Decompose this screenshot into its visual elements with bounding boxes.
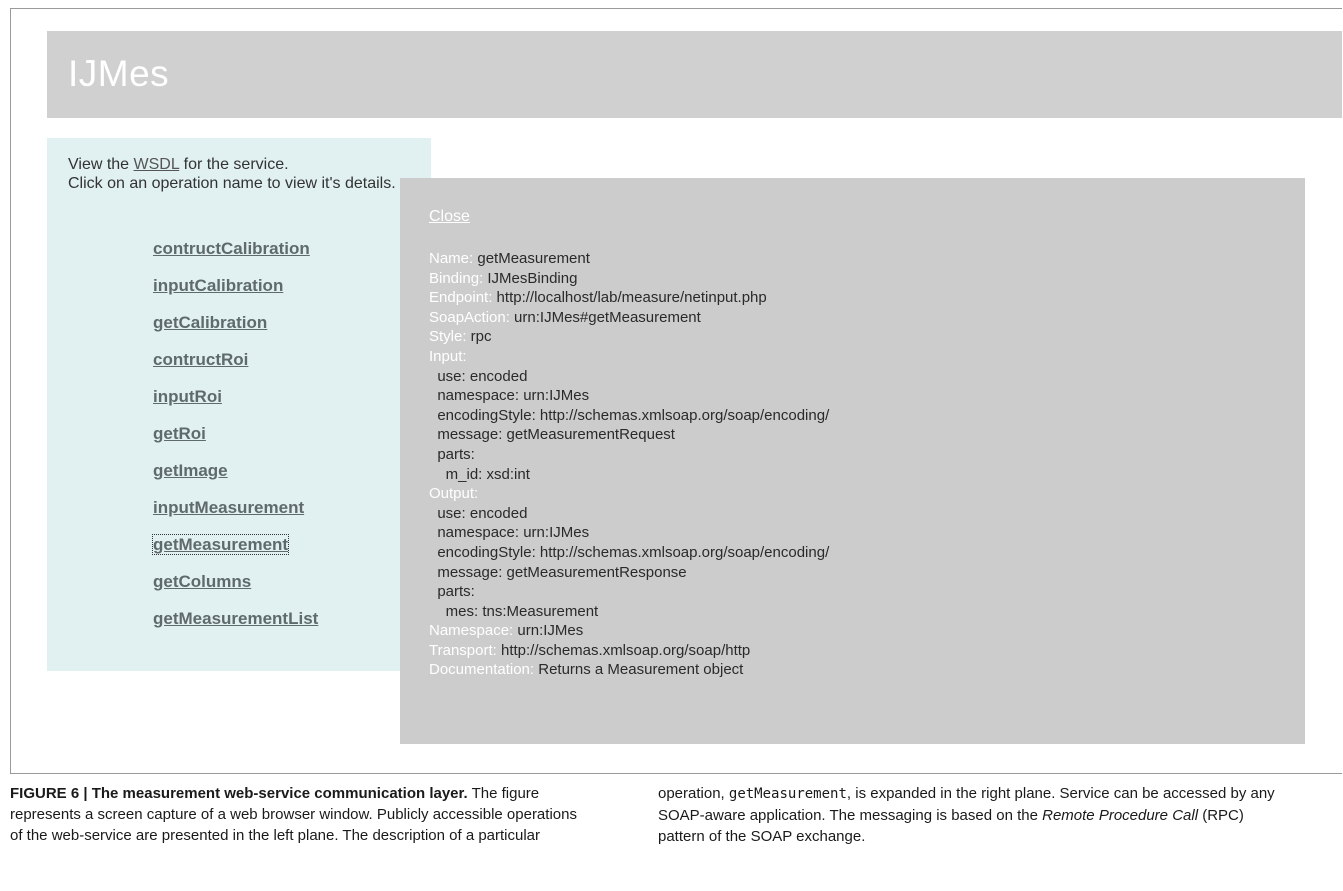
detail-key: SoapAction: [429,308,510,326]
caption-code: getMeasurement [728,786,847,802]
detail-key: Binding: [429,269,484,287]
caption-right-text-1: operation, [658,785,729,802]
detail-value: encodingStyle: http://schemas.xmlsoap.or… [429,406,830,424]
list-item: getRoi [153,424,318,461]
detail-value: message: getMeasurementResponse [429,563,687,581]
close-link[interactable]: Close [429,208,470,226]
detail-row: encodingStyle: http://schemas.xmlsoap.or… [429,543,829,563]
list-item: getMeasurement [151,534,318,572]
detail-row: namespace: urn:IJMes [429,386,829,406]
detail-row: Endpoint: http://localhost/lab/measure/n… [429,288,829,308]
operation-detail-panel: Close Name: getMeasurement Binding: IJMes… [400,178,1305,744]
detail-value: parts: [429,583,475,601]
detail-row: encodingStyle: http://schemas.xmlsoap.or… [429,406,829,426]
list-item: contructRoi [153,350,318,387]
figure-caption-left: FIGURE 6 | The measurement web-service c… [10,783,580,846]
detail-row: mes: tns:Measurement [429,602,829,622]
detail-value: message: getMeasurementRequest [429,426,675,444]
browser-window: IJMes View the WSDL for the service. Cli… [10,8,1342,774]
operation-details: Name: getMeasurement Binding: IJMesBindin… [429,249,829,680]
list-item: getImage [153,461,318,498]
operation-link-getImage[interactable]: getImage [153,461,228,480]
figure-label: FIGURE 6 | The measurement web-service c… [10,785,468,802]
detail-value: mes: tns:Measurement [429,602,599,620]
operation-link-contructRoi[interactable]: contructRoi [153,350,248,369]
detail-value: namespace: urn:IJMes [429,524,590,542]
detail-key: Style: [429,328,467,346]
detail-row: namespace: urn:IJMes [429,523,829,543]
detail-value: urn:IJMes#getMeasurement [509,308,701,326]
detail-row: m_id: xsd:int [429,465,829,485]
detail-value: m_id: xsd:int [429,465,530,483]
operation-link-getCalibration[interactable]: getCalibration [153,313,267,332]
detail-value: http://schemas.xmlsoap.org/soap/http [496,641,751,659]
detail-row: Binding: IJMesBinding [429,269,829,289]
detail-key: Transport: [429,641,497,659]
wsdl-link[interactable]: WSDL [134,156,180,173]
detail-row: Documentation: Returns a Measurement obj… [429,660,829,680]
detail-value: encodingStyle: http://schemas.xmlsoap.or… [429,543,830,561]
detail-key: Namespace: [429,622,514,640]
intro-instruction: Click on an operation name to view it's … [68,175,396,192]
operation-link-inputRoi[interactable]: inputRoi [153,387,222,406]
operations-panel: View the WSDL for the service. Click on … [47,138,431,671]
list-item: getMeasurementList [153,609,318,646]
list-item: contructCalibration [153,239,318,276]
detail-key: Input: [429,347,467,365]
list-item: inputMeasurement [153,498,318,535]
list-item: getColumns [153,572,318,609]
detail-value: http://localhost/lab/measure/netinput.ph… [492,289,767,307]
detail-row: Input: [429,347,829,367]
detail-row: use: encoded [429,367,829,387]
operation-list: contructCalibration inputCalibration get… [151,239,318,646]
figure-caption-right: operation, getMeasurement, is expanded i… [658,783,1278,847]
detail-row: message: getMeasurementResponse [429,563,829,583]
detail-value: IJMesBinding [483,269,578,287]
list-item: getCalibration [153,313,318,350]
page-title: IJMes [68,53,170,94]
title-bar: IJMes [47,31,1342,118]
detail-key: Output: [429,485,479,503]
detail-row: Style: rpc [429,327,829,347]
caption-italic: Remote Procedure Call [1042,807,1199,824]
operation-link-getRoi[interactable]: getRoi [153,424,206,443]
detail-row: Name: getMeasurement [429,249,829,269]
detail-value: parts: [429,445,475,463]
intro-text: View the WSDL for the service. Click on … [68,155,398,193]
operation-link-getColumns[interactable]: getColumns [153,572,251,591]
detail-value: rpc [466,328,492,346]
detail-row: Namespace: urn:IJMes [429,621,829,641]
operation-link-inputMeasurement[interactable]: inputMeasurement [153,498,304,517]
detail-value: namespace: urn:IJMes [429,387,590,405]
intro-suffix: for the service. [179,156,289,173]
detail-key: Name: [429,250,474,267]
detail-row: parts: [429,582,829,602]
operation-link-contructCalibration[interactable]: contructCalibration [153,239,310,258]
detail-row: SoapAction: urn:IJMes#getMeasurement [429,308,829,328]
detail-key: Endpoint: [429,289,493,307]
list-item: inputRoi [153,387,318,424]
operation-link-inputCalibration[interactable]: inputCalibration [153,276,283,295]
detail-row: Transport: http://schemas.xmlsoap.org/so… [429,641,829,661]
detail-row: use: encoded [429,504,829,524]
detail-key: Documentation: [429,661,535,679]
operation-link-getMeasurement[interactable]: getMeasurement [151,534,290,555]
detail-row: message: getMeasurementRequest [429,425,829,445]
list-item: inputCalibration [153,276,318,313]
detail-row: Output: [429,484,829,504]
detail-value: getMeasurement [473,250,590,267]
detail-value: Returns a Measurement object [534,661,744,679]
detail-value: urn:IJMes [513,622,584,640]
detail-row: parts: [429,445,829,465]
detail-value: use: encoded [429,367,528,385]
detail-value: use: encoded [429,504,528,522]
operation-link-getMeasurementList[interactable]: getMeasurementList [153,609,318,628]
intro-prefix: View the [68,156,134,173]
